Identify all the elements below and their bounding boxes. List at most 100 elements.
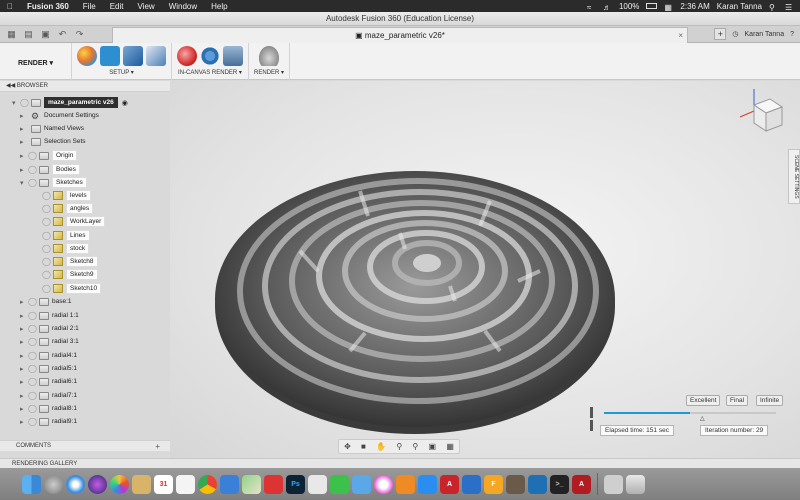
visibility-bulb-icon[interactable]: ◯ — [28, 297, 37, 306]
photos-icon[interactable] — [110, 474, 129, 494]
facetime-icon[interactable] — [330, 474, 349, 494]
expand-arrow-icon[interactable]: ▸ — [20, 138, 28, 146]
visibility-bulb-icon[interactable]: ◯ — [28, 391, 37, 400]
component-item[interactable]: ▸ ◯ radial6:1 — [20, 375, 77, 388]
maps-icon[interactable] — [242, 474, 261, 494]
comments-panel[interactable]: COMMENTS + — [0, 440, 170, 451]
component-item[interactable]: ▸ ◯ radial7:1 — [20, 389, 77, 402]
component-item[interactable]: ▸ ◯ radial 3:1 — [20, 335, 79, 348]
expand-arrow-icon[interactable]: ▸ — [20, 325, 28, 333]
in-canvas-settings-icon[interactable] — [200, 46, 220, 66]
visibility-bulb-icon[interactable]: ◯ — [28, 404, 37, 413]
expand-arrow-icon[interactable]: ▸ — [20, 418, 28, 426]
redo-icon[interactable]: ↷ — [74, 29, 85, 39]
setup-label[interactable]: SETUP ▾ — [109, 69, 134, 76]
workspace-switcher[interactable]: RENDER ▾ — [0, 43, 72, 80]
expand-arrow-icon[interactable]: ▸ — [20, 365, 28, 373]
quality-excellent-button[interactable]: Excellent — [686, 395, 721, 406]
expand-arrow-icon[interactable]: ▸ — [20, 125, 28, 133]
wifi-icon[interactable]: ≈ — [587, 3, 596, 12]
visibility-bulb-icon[interactable]: ◯ — [28, 417, 37, 426]
visibility-bulb-icon[interactable]: ◯ — [42, 284, 51, 293]
apple-icon[interactable]:  — [0, 2, 20, 11]
visibility-bulb-icon[interactable]: ◯ — [28, 178, 37, 187]
menu-file[interactable]: File — [76, 2, 103, 11]
visibility-bulb-icon[interactable]: ◯ — [42, 191, 51, 200]
viewport[interactable]: SCENE SETTINGS ✥ ■ ✋ ⚲ ⚲ ▣ ▦ Excellent F… — [170, 81, 800, 458]
component-item[interactable]: ▸ ◯ radial8:1 — [20, 402, 77, 415]
collapse-icon[interactable]: ◀◀ — [6, 83, 15, 89]
visibility-bulb-icon[interactable]: ◯ — [20, 98, 29, 107]
menu-window[interactable]: Window — [162, 2, 204, 11]
visibility-bulb-icon[interactable]: ◯ — [42, 217, 51, 226]
orbit-icon[interactable]: ✥ — [344, 442, 351, 451]
gimp-icon[interactable] — [506, 474, 525, 494]
calendar-icon[interactable]: 31 — [154, 474, 173, 494]
books-icon[interactable] — [396, 474, 415, 494]
browser-header[interactable]: ◀◀ BROWSER — [0, 81, 170, 92]
user-name[interactable]: Karan Tanna — [717, 2, 762, 11]
data-panel-icon[interactable]: ▦ — [6, 29, 17, 39]
add-comment-icon[interactable]: + — [155, 441, 160, 452]
zoom-icon[interactable]: ⚲ — [396, 442, 402, 451]
texture-map-icon[interactable] — [123, 46, 143, 66]
expand-arrow-icon[interactable]: ▸ — [20, 378, 28, 386]
quality-infinite-button[interactable]: Infinite — [756, 395, 784, 406]
sketch-item[interactable]: ◯ angles — [42, 202, 94, 215]
sketch-item[interactable]: ◯ Lines — [42, 229, 90, 242]
expand-arrow-icon[interactable]: ▸ — [20, 352, 28, 360]
finder-icon[interactable] — [22, 474, 41, 494]
capture-image-icon[interactable] — [223, 46, 243, 66]
notes-icon[interactable] — [132, 474, 151, 494]
visibility-bulb-icon[interactable]: ◯ — [42, 231, 51, 240]
menu-help[interactable]: Help — [204, 2, 234, 11]
render-label[interactable]: RENDER ▾ — [254, 69, 284, 76]
notification-center-icon[interactable]: ☰ — [785, 3, 794, 12]
visibility-bulb-icon[interactable]: ◯ — [42, 204, 51, 213]
appstore-icon[interactable] — [418, 474, 437, 494]
siri-icon[interactable] — [88, 474, 107, 494]
chrome-icon[interactable] — [198, 474, 217, 494]
save-icon[interactable]: ▣ — [40, 29, 51, 39]
visibility-bulb-icon[interactable]: ◯ — [28, 351, 37, 360]
photoshop-icon[interactable]: Ps — [286, 474, 305, 494]
mail-icon[interactable] — [352, 474, 371, 494]
radio-icon[interactable]: ◉ — [122, 99, 128, 107]
sketch-item[interactable]: ◯ Sketch8 — [42, 255, 98, 268]
viewcube-icon[interactable] — [734, 87, 784, 137]
visibility-bulb-icon[interactable]: ◯ — [42, 270, 51, 279]
reminders-icon[interactable] — [176, 474, 195, 494]
expand-arrow-icon[interactable]: ▸ — [20, 392, 28, 400]
expand-arrow-icon[interactable]: ▸ — [20, 405, 28, 413]
expand-arrow-icon[interactable]: ▸ — [20, 312, 28, 320]
tree-root[interactable]: ▾ ◯ maze_parametric v26 ◉ — [12, 96, 128, 109]
help-icon[interactable]: ? — [790, 31, 794, 38]
messages-icon[interactable] — [264, 474, 283, 494]
expand-arrow-icon[interactable]: ▸ — [20, 338, 28, 346]
tab-user-name[interactable]: Karan Tanna — [745, 31, 785, 38]
sketch-item[interactable]: ◯ WorkLayer — [42, 215, 106, 228]
sketch-item[interactable]: ◯ Sketch9 — [42, 268, 98, 281]
visibility-bulb-icon[interactable]: ◯ — [42, 244, 51, 253]
visibility-bulb-icon[interactable]: ◯ — [28, 324, 37, 333]
zoom-window-icon[interactable]: ⚲ — [412, 442, 418, 451]
launchpad-icon[interactable] — [44, 474, 63, 494]
visibility-bulb-icon[interactable]: ◯ — [28, 364, 37, 373]
volume-icon[interactable]: ♬ — [603, 3, 612, 12]
tree-item-document-settings[interactable]: ▸ ⚙ Document Settings — [20, 109, 99, 122]
close-icon[interactable]: × — [678, 28, 683, 43]
job-status-icon[interactable]: ◷ — [732, 30, 738, 38]
expand-arrow-icon[interactable]: ▸ — [20, 152, 28, 160]
sketch-item[interactable]: ◯ stock — [42, 242, 90, 255]
terminal-icon[interactable]: >_ — [550, 474, 569, 494]
menu-edit[interactable]: Edit — [103, 2, 131, 11]
scene-settings-icon[interactable] — [100, 46, 120, 66]
collapse-arrow-icon[interactable]: ▾ — [12, 99, 20, 107]
sketch-item[interactable]: ◯ Sketch10 — [42, 282, 102, 295]
grid-settings-icon[interactable]: ▦ — [446, 442, 454, 451]
itunes-icon[interactable] — [374, 474, 393, 494]
decal-icon[interactable] — [146, 46, 166, 66]
acrobat-icon[interactable]: A — [572, 474, 591, 494]
safari-icon[interactable] — [66, 474, 85, 494]
expand-arrow-icon[interactable]: ▸ — [20, 166, 28, 174]
